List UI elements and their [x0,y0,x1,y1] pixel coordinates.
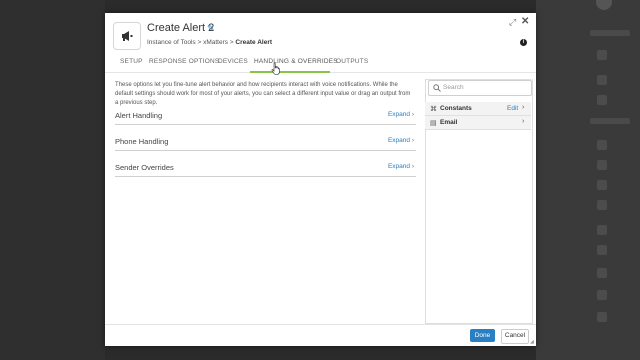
background-icon [597,290,607,300]
tab-devices[interactable]: DEVICES [218,58,248,65]
background-icon [597,95,607,105]
breadcrumb-path: Instance of Tools > xMatters > [147,39,236,46]
constants-icon: ⌘ [430,106,437,113]
email-icon: ▤ [430,120,437,127]
background-icon [597,50,607,60]
background-icon [597,200,607,210]
background-icon [597,268,607,278]
chevron-right-icon: › [522,118,525,125]
expand-phone-handling-button[interactable]: Expand › [388,137,414,144]
search-input[interactable] [443,82,527,93]
dialog-title: Create Alert 2 [147,22,215,34]
background-app-right [536,0,640,360]
section-phone-handling: Phone Handling Expand › [115,137,416,151]
maximize-icon[interactable]: ⤢ [509,17,516,28]
panel-item-label: Constants [440,105,472,112]
background-icon [597,75,607,85]
background-icon [597,225,607,235]
background-icon [597,140,607,150]
background-icon [597,245,607,255]
expand-sender-overrides-button[interactable]: Expand › [388,163,414,170]
expand-alert-handling-button[interactable]: Expand › [388,111,414,118]
background-placeholder [590,118,630,124]
active-tab-indicator [250,71,330,73]
tab-setup[interactable]: SETUP [120,58,143,65]
section-label: Sender Overrides [115,163,174,172]
create-alert-dialog: Create Alert 2 ✎ Instance of Tools > xMa… [105,13,536,346]
info-icon[interactable]: i [520,39,527,46]
breadcrumb: Instance of Tools > xMatters > Create Al… [147,39,272,46]
tab-handling-overrides[interactable]: HANDLING & OVERRIDES [254,58,338,65]
background-icon [597,312,607,322]
cancel-button[interactable]: Cancel [501,329,529,344]
hand-cursor-icon [271,62,280,75]
section-sender-overrides: Sender Overrides Expand › [115,163,416,177]
breadcrumb-current: Create Alert [235,39,273,46]
tab-outputs[interactable]: OUTPUTS [336,58,368,65]
handling-description: These options let you fine-tune alert be… [115,82,411,106]
resize-handle-icon[interactable]: ◢ [530,339,534,345]
background-app-left [0,0,105,360]
tab-response-options[interactable]: RESPONSE OPTIONS [149,58,219,65]
close-icon[interactable]: ✕ [521,16,529,27]
dialog-header: Create Alert 2 ✎ Instance of Tools > xMa… [105,13,536,53]
panel-item-constants[interactable]: ⌘ Constants Edit › [425,102,531,116]
section-label: Alert Handling [115,111,163,120]
section-label: Phone Handling [115,137,169,146]
megaphone-icon [113,22,141,50]
edit-constants-button[interactable]: Edit [507,105,518,112]
section-alert-handling: Alert Handling Expand › [115,111,416,125]
edit-title-icon[interactable]: ✎ [207,23,215,34]
background-placeholder [590,30,630,36]
search-icon [433,84,441,92]
chevron-right-icon: › [522,104,525,111]
panel-item-email[interactable]: ▤ Email › [425,116,531,130]
done-button[interactable]: Done [470,329,495,342]
background-icon [597,180,607,190]
panel-item-label: Email [440,119,458,126]
background-icon [597,160,607,170]
panel-search [428,80,532,96]
avatar [596,0,612,10]
